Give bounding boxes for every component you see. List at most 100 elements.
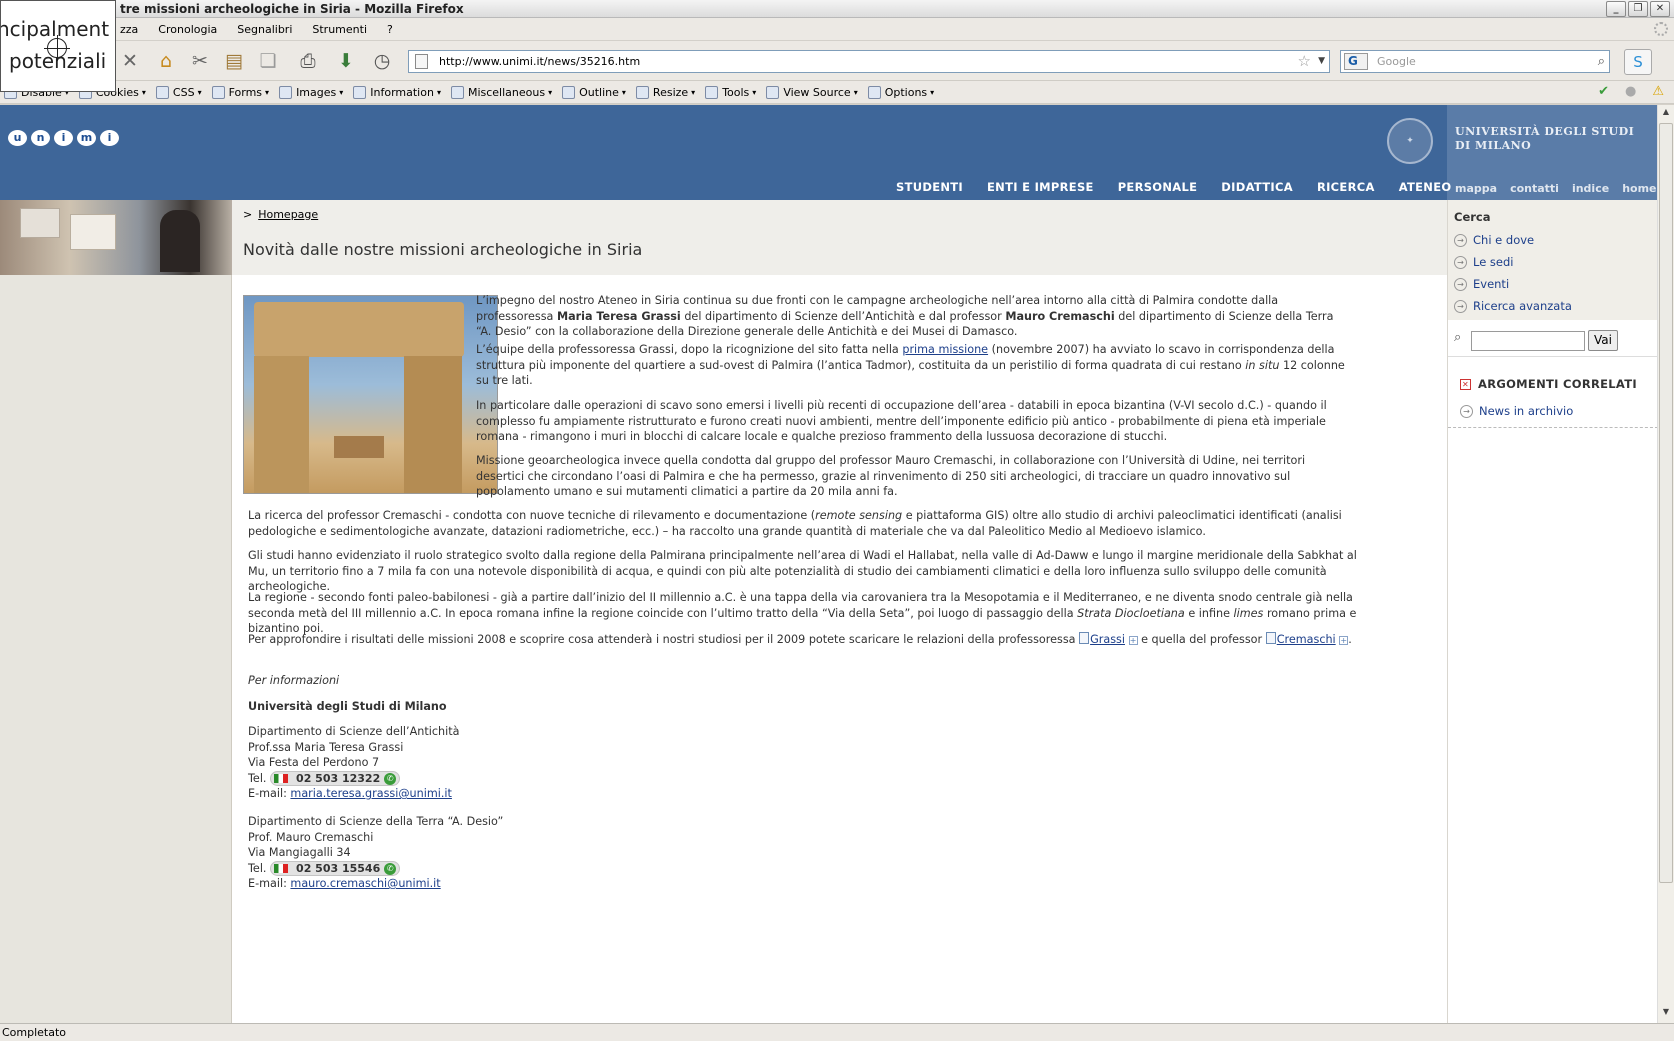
- nav-ateneo[interactable]: ATENEO: [1399, 180, 1452, 194]
- warning-icon[interactable]: ⚠: [1652, 84, 1664, 99]
- dev-options[interactable]: Options: [867, 85, 934, 99]
- banner-image: [0, 200, 232, 275]
- scroll-up-icon[interactable]: ▲: [1660, 107, 1672, 121]
- info-university: Università degli Studi di Milano: [248, 700, 447, 713]
- dev-outline[interactable]: Outline: [562, 85, 626, 99]
- menu-visualizza[interactable]: zza: [120, 23, 138, 36]
- dev-images[interactable]: Images: [279, 85, 343, 99]
- dev-miscellaneous[interactable]: Miscellaneous: [450, 85, 552, 99]
- url-text: http://www.unimi.it/news/35216.htm: [439, 55, 641, 68]
- window-title: tre missioni archeologiche in Siria - Mo…: [120, 2, 464, 16]
- nav-didattica[interactable]: DIDATTICA: [1221, 180, 1293, 194]
- phone-badge[interactable]: 02 503 12322 ✆: [270, 770, 401, 786]
- expand-icon[interactable]: +: [1339, 636, 1349, 645]
- menu-cronologia[interactable]: Cronologia: [158, 23, 217, 36]
- vertical-scrollbar[interactable]: ▲ ▼: [1657, 105, 1674, 1023]
- grassi-email-link[interactable]: maria.teresa.grassi@unimi.it: [290, 787, 451, 800]
- main-nav: STUDENTI ENTI E IMPRESE PERSONALE DIDATT…: [896, 180, 1451, 194]
- site-search-input[interactable]: [1471, 331, 1585, 351]
- related-topics-heading: ✕ ARGOMENTI CORRELATI: [1460, 377, 1637, 391]
- nav-ricerca[interactable]: RICERCA: [1317, 180, 1375, 194]
- paragraph-7: La regione - secondo fonti paleo-babilon…: [248, 591, 1357, 635]
- site-header: u n i m i ✦ UNIVERSITÀ DEGLI STUDI DI MI…: [0, 105, 1657, 200]
- nav-studenti[interactable]: STUDENTI: [896, 180, 963, 194]
- copy-icon[interactable]: ❏: [256, 49, 280, 73]
- cremaschi-email-link[interactable]: mauro.cremaschi@unimi.it: [290, 877, 440, 890]
- dev-tools[interactable]: Tools: [705, 85, 756, 99]
- menu-bar: zza Cronologia Segnalibri Strumenti ?: [0, 18, 1674, 41]
- scrollbar-thumb[interactable]: [1659, 123, 1673, 883]
- nav-mappa[interactable]: mappa: [1455, 182, 1497, 195]
- cut-icon[interactable]: ✂: [188, 49, 212, 73]
- nav-home[interactable]: home: [1622, 182, 1656, 195]
- dev-view-source[interactable]: View Source: [766, 85, 857, 99]
- arrow-circle-icon: →: [1460, 404, 1473, 418]
- prima-missione-link[interactable]: prima missione: [902, 343, 988, 356]
- sidebar-link-le-sedi[interactable]: → Le sedi: [1454, 255, 1514, 269]
- forms-icon: [211, 85, 225, 99]
- home-icon[interactable]: ⌂: [154, 49, 178, 73]
- dev-css[interactable]: CSS: [155, 85, 202, 99]
- phone-badge[interactable]: 02 503 15546 ✆: [270, 860, 401, 876]
- valid-check-icon[interactable]: ✔: [1598, 84, 1609, 99]
- menu-strumenti[interactable]: Strumenti: [312, 23, 367, 36]
- search-bar[interactable]: G Google ⌕: [1340, 50, 1610, 73]
- related-icon: ✕: [1460, 378, 1471, 390]
- nav-contatti[interactable]: contatti: [1510, 182, 1559, 195]
- expand-icon[interactable]: +: [1128, 636, 1138, 645]
- download-icon[interactable]: ⬇: [334, 49, 358, 73]
- dev-information[interactable]: Information: [353, 85, 441, 99]
- paragraph-5: La ricerca del professor Cremaschi - con…: [248, 509, 1342, 538]
- outline-icon: [562, 85, 576, 99]
- sidebar-link-ricerca-avanzata[interactable]: → Ricerca avanzata: [1454, 299, 1572, 313]
- nav-indice[interactable]: indice: [1572, 182, 1609, 195]
- university-name: UNIVERSITÀ DEGLI STUDI DI MILANO: [1455, 125, 1635, 152]
- nav-personale[interactable]: PERSONALE: [1118, 180, 1198, 194]
- call-icon[interactable]: ✆: [384, 772, 397, 785]
- utility-nav: mappa contatti indice home: [1455, 182, 1657, 195]
- close-button[interactable]: ✕: [1650, 1, 1670, 17]
- palmira-arch-photo: [243, 295, 498, 494]
- google-engine-icon[interactable]: G: [1344, 53, 1368, 70]
- sidebar-link-eventi[interactable]: → Eventi: [1454, 277, 1509, 291]
- paragraph-3: In particolare dalle operazioni di scavo…: [476, 399, 1327, 443]
- menu-segnalibri[interactable]: Segnalibri: [237, 23, 292, 36]
- search-icon[interactable]: ⌕: [1598, 51, 1605, 72]
- page-title: Novità dalle nostre missioni archeologic…: [243, 240, 643, 259]
- maximize-button[interactable]: ❐: [1628, 1, 1648, 17]
- cremaschi-report-link[interactable]: Cremaschi: [1277, 633, 1336, 646]
- print-icon[interactable]: ⎙: [296, 49, 320, 73]
- call-icon[interactable]: ✆: [384, 862, 397, 875]
- minimize-button[interactable]: _: [1606, 1, 1626, 17]
- contact-1: Dipartimento di Scienze dell’Antichità P…: [248, 725, 460, 800]
- italy-flag-icon: [274, 774, 289, 783]
- css-status-icon[interactable]: ●: [1625, 84, 1636, 99]
- search-icon: ⌕: [1454, 330, 1462, 345]
- grassi-report-link[interactable]: Grassi: [1090, 633, 1125, 646]
- right-sidebar: Cerca → Chi e dove → Le sedi → Eventi → Rice…: [1447, 200, 1657, 1023]
- unimi-logo[interactable]: u n i m i: [8, 130, 119, 146]
- options-icon: [867, 85, 881, 99]
- scroll-down-icon[interactable]: ▼: [1660, 1007, 1672, 1021]
- left-column: [0, 200, 232, 1023]
- stop-icon[interactable]: ✕: [118, 49, 142, 73]
- contact-2: Dipartimento di Scienze della Terra “A. …: [248, 815, 504, 890]
- history-icon[interactable]: ◷: [370, 49, 394, 73]
- paragraph-1: L’impegno del nostro Ateneo in Siria con…: [476, 294, 1334, 338]
- paragraph-8: Per approfondire i risultati delle missi…: [248, 632, 1352, 646]
- url-dropdown-icon[interactable]: ▼: [1318, 51, 1325, 72]
- dev-resize[interactable]: Resize: [635, 85, 695, 99]
- menu-help[interactable]: ?: [387, 23, 393, 36]
- skype-icon[interactable]: S: [1624, 49, 1652, 75]
- search-submit-button[interactable]: Vai: [1588, 330, 1618, 351]
- breadcrumb-homepage[interactable]: Homepage: [258, 208, 318, 221]
- images-icon: [279, 85, 293, 99]
- url-bar[interactable]: http://www.unimi.it/news/35216.htm ☆ ▼: [408, 50, 1330, 73]
- status-bar: Completato: [0, 1023, 1674, 1041]
- paste-icon[interactable]: ▤: [222, 49, 246, 73]
- bookmark-star-icon[interactable]: ☆: [1298, 51, 1311, 72]
- dev-forms[interactable]: Forms: [211, 85, 269, 99]
- sidebar-link-chi-e-dove[interactable]: → Chi e dove: [1454, 233, 1534, 247]
- news-archive-link[interactable]: → News in archivio: [1460, 404, 1573, 418]
- nav-enti-e-imprese[interactable]: ENTI E IMPRESE: [987, 180, 1094, 194]
